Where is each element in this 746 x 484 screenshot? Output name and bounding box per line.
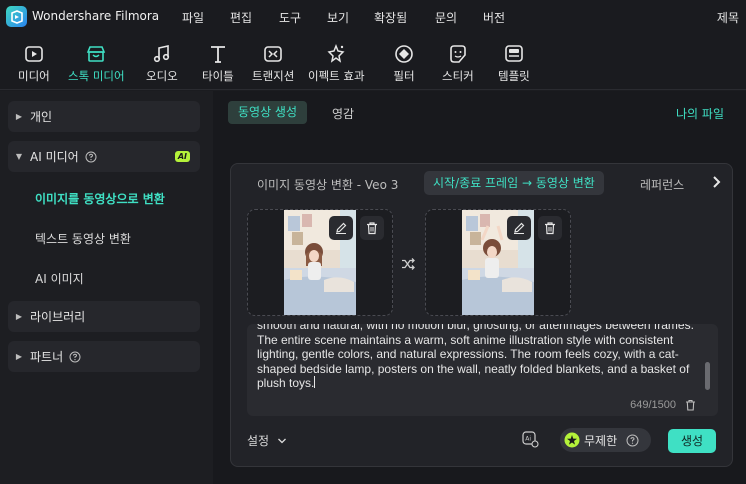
edit-frame-button[interactable] [329,216,353,240]
menu-help[interactable]: 문의 [435,9,457,26]
delete-frame-button[interactable] [360,216,384,240]
text-cursor [314,376,316,388]
toolbar-templates[interactable]: 템플릿 [498,34,530,90]
toolbar-audio[interactable]: 오디오 [146,34,178,90]
project-title: 제목 [716,11,739,25]
help-icon[interactable] [626,434,639,447]
caret-right-icon: ▶ [15,352,23,361]
pencil-icon [336,222,347,234]
end-frame-slot[interactable] [425,209,571,316]
chevron-down-icon [278,438,287,443]
toolbar-titles[interactable]: 타이틀 [202,34,234,90]
main-content: 동영상 생성 영감 나의 파일 이미지 동영상 변환 - Veo 3 시작/종료… [213,91,746,484]
caret-right-icon: ▶ [15,312,23,321]
effects-icon [324,42,348,66]
app-name: Wondershare Filmora [32,9,160,23]
toolbar-stock-media[interactable]: 스톡 미디어 [68,34,125,90]
sidebar-item-ai-image[interactable]: AI 이미지 [35,270,84,287]
caret-down-icon: ▼ [15,152,23,161]
trash-icon [367,222,377,235]
edit-frame-button[interactable] [507,216,531,240]
clear-prompt-icon[interactable] [685,399,696,411]
sidebar-group-partner[interactable]: ▶ 파트너 [8,341,200,372]
menu-bar: Wondershare Filmora 파일 편집 도구 보기 확장됨 문의 버… [0,0,746,34]
menu-extensions[interactable]: 확장됨 [374,9,407,26]
prompt-text: smooth and natural, with no motion blur,… [257,324,694,390]
toolbar-transitions[interactable]: 트랜지션 [252,34,294,90]
ai-prompt-icon[interactable]: Ai [521,430,539,448]
my-files-link[interactable]: 나의 파일 [676,105,724,122]
media-icon [22,42,46,66]
filter-icon [392,42,416,66]
generation-panel: 이미지 동영상 변환 - Veo 3 시작/종료 프레임 → 동영상 변환 레퍼… [230,163,733,467]
credit-star-icon [564,432,580,448]
prompt-scrollbar[interactable] [705,362,710,390]
help-icon[interactable] [85,151,97,163]
swap-frames-icon[interactable] [401,257,415,271]
toolbar-effects[interactable]: 이펙트 효과 [308,34,365,90]
sidebar-item-text-to-video[interactable]: 텍스트 동영상 변환 [35,230,131,247]
subtab-image-to-video-veo3[interactable]: 이미지 동영상 변환 - Veo 3 [257,176,398,193]
delete-frame-button[interactable] [538,216,562,240]
subtab-start-end-frame[interactable]: 시작/종료 프레임 → 동영상 변환 [424,171,604,195]
stock-media-icon [84,42,108,66]
ai-badge: AI [174,151,190,162]
sidebar-group-personal[interactable]: ▶ 개인 [8,101,200,132]
toolbar-filters[interactable]: 필터 [392,34,416,90]
pencil-icon [514,222,525,234]
sidebar-group-ai-media[interactable]: ▼ AI 미디어 AI [8,141,200,172]
subtab-reference[interactable]: 레퍼런스 [640,176,684,193]
prompt-textarea[interactable]: smooth and natural, with no motion blur,… [247,324,718,416]
toolbar-media[interactable]: 미디어 [18,34,50,90]
menu-edit[interactable]: 편집 [230,9,252,26]
help-icon[interactable] [69,351,81,363]
title-icon [206,42,230,66]
sidebar-item-image-to-video[interactable]: 이미지를 동영상으로 변환 [35,190,165,207]
credit-pill[interactable]: 무제한 [560,428,651,452]
audio-icon [150,42,174,66]
chevron-right-icon[interactable] [710,173,724,191]
main-toolbar: 미디어 스톡 미디어 오디오 타이틀 트랜지션 이펙트 효과 필터 스티커 템플… [0,34,746,90]
svg-text:Ai: Ai [525,436,531,443]
tab-inspiration[interactable]: 영감 [332,105,354,122]
caret-right-icon: ▶ [15,112,23,121]
menu-file[interactable]: 파일 [182,9,204,26]
generate-button[interactable]: 생성 [668,429,716,453]
sticker-icon [446,42,470,66]
sidebar-group-library[interactable]: ▶ 라이브러리 [8,301,200,332]
transition-icon [261,42,285,66]
menu-version[interactable]: 버전 [483,9,505,26]
settings-dropdown[interactable]: 설정 [247,432,287,449]
sidebar: ▶ 개인 ▼ AI 미디어 AI 이미지를 동영상으로 변환 텍스트 동영상 변… [0,91,213,484]
menu-tools[interactable]: 도구 [279,9,301,26]
filmora-logo-icon [6,6,27,27]
char-count: 649/1500 [630,399,676,411]
toolbar-stickers[interactable]: 스티커 [442,34,474,90]
menu-view[interactable]: 보기 [327,9,349,26]
start-frame-slot[interactable] [247,209,393,316]
tab-video-generation[interactable]: 동영상 생성 [228,101,308,124]
trash-icon [545,222,555,235]
template-icon [502,42,526,66]
